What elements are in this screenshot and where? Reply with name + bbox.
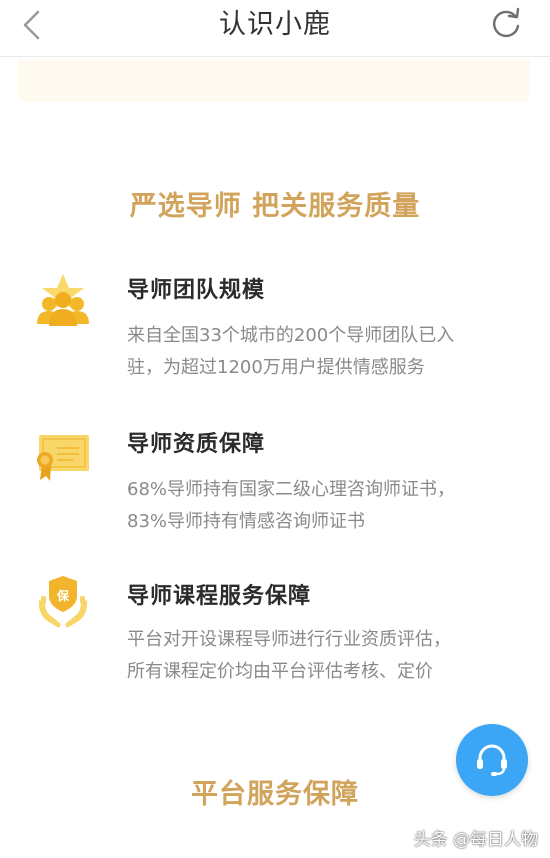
- feature-desc-line: 68%导师持有国家二级心理咨询师证书，: [127, 479, 456, 500]
- page-title: 认识小鹿: [219, 9, 331, 40]
- feature-description: 来自全国33个城市的200个导师团队已入 驻，为超过1200万用户提供情感服务: [127, 320, 527, 384]
- customer-support-button[interactable]: [456, 724, 528, 796]
- feature-desc-line: 来自全国33个城市的200个导师团队已入: [127, 325, 455, 346]
- top-bar: 认识小鹿: [0, 0, 550, 57]
- banner-card: [18, 60, 530, 102]
- team-star-icon: [37, 274, 89, 326]
- page: 认识小鹿 严选导师 把关服务质量 导师团队规模 来自全国33个城市的200个导师…: [0, 0, 550, 858]
- feature-mentor-qualification: 导师资质保障 68%导师持有国家二级心理咨询师证书， 83%导师持有情感咨询师证…: [0, 420, 550, 540]
- feature-description: 平台对开设课程导师进行行业资质评估， 所有课程定价均由平台评估考核、定价: [127, 624, 527, 688]
- feature-desc-line: 驻，为超过1200万用户提供情感服务: [127, 357, 425, 378]
- protection-shield-icon: 保: [38, 576, 88, 628]
- section-heading-mentor-selection: 严选导师 把关服务质量: [129, 191, 421, 222]
- feature-title: 导师课程服务保障: [127, 584, 312, 609]
- feature-course-service: 保 导师课程服务保障 平台对开设课程导师进行行业资质评估， 所有课程定价均由平台…: [0, 572, 550, 692]
- refresh-icon: [493, 7, 520, 38]
- feature-desc-line: 所有课程定价均由平台评估考核、定价: [127, 661, 433, 682]
- feature-title: 导师团队规模: [127, 278, 266, 303]
- refresh-button[interactable]: [488, 6, 524, 42]
- certificate-icon: [37, 435, 89, 481]
- feature-desc-line: 平台对开设课程导师进行行业资质评估，: [127, 629, 451, 650]
- feature-team-scale: 导师团队规模 来自全国33个城市的200个导师团队已入 驻，为超过1200万用户…: [0, 268, 550, 388]
- watermark: 头条 @每日人物: [413, 830, 538, 850]
- feature-desc-line: 83%导师持有情感咨询师证书: [127, 511, 366, 532]
- headset-icon: [477, 744, 507, 776]
- feature-description: 68%导师持有国家二级心理咨询师证书， 83%导师持有情感咨询师证书: [127, 474, 527, 538]
- shield-text: 保: [56, 588, 70, 603]
- feature-title: 导师资质保障: [127, 432, 266, 457]
